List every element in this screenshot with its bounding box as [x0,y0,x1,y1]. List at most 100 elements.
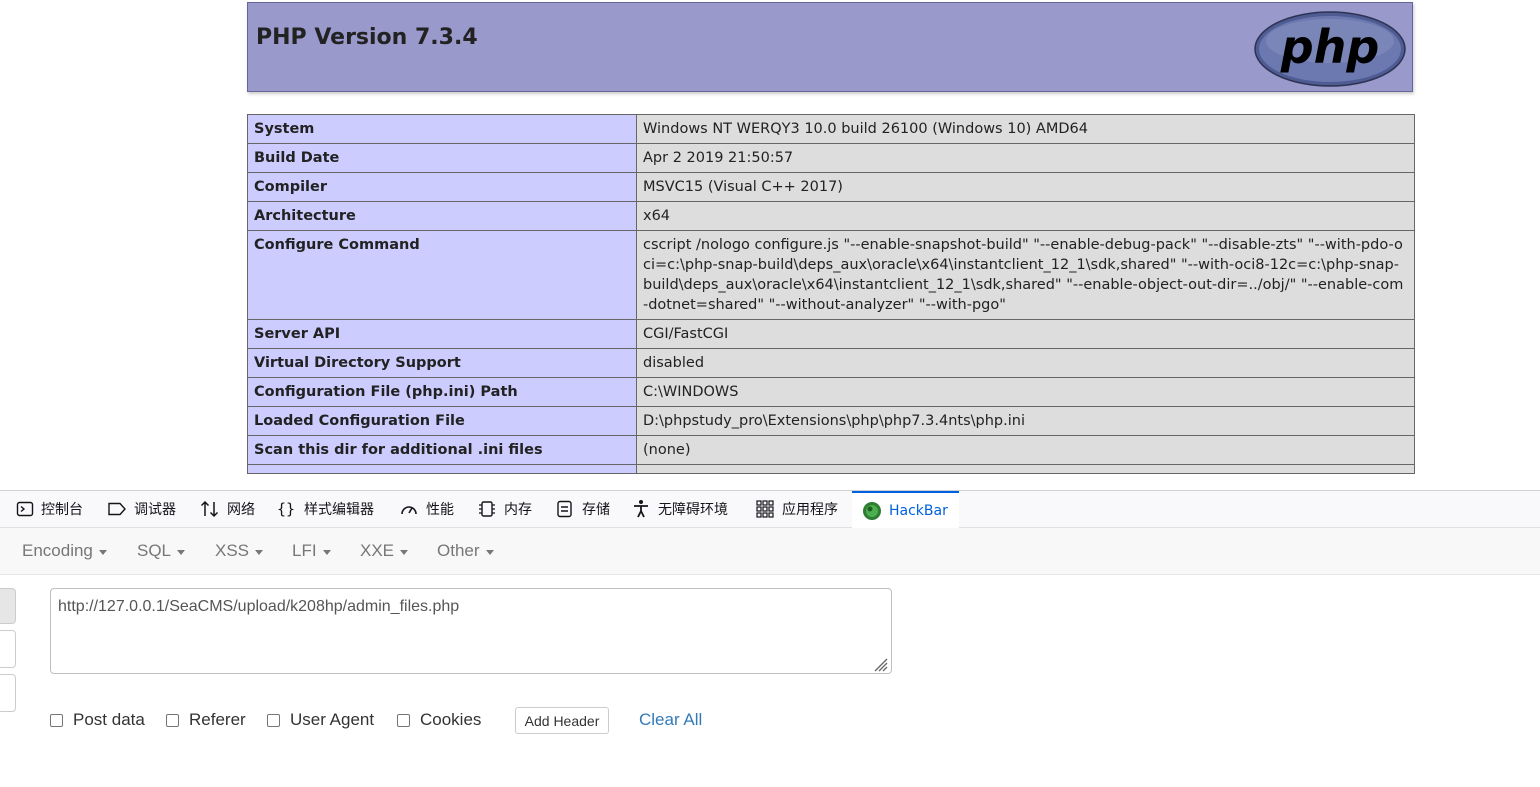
hackbar-toolbar: Encoding SQL XSS LFI XXE Other [0,528,1540,575]
table-row: Compiler MSVC15 (Visual C++ 2017) [247,172,1415,202]
tab-console[interactable]: 控制台 [16,491,83,527]
caret-down-icon [98,549,107,555]
console-icon [16,501,34,517]
option-label: User Agent [290,710,375,729]
php-info-table: System Windows NT WERQY3 10.0 build 26100… [247,114,1415,474]
table-row: Configure Command cscript /nologo configu… [247,230,1415,320]
option-label: Post data [73,710,145,729]
php-logo-icon: php [1254,11,1406,87]
menu-label: XSS [215,541,250,560]
table-row: Architecture x64 [247,201,1415,231]
tab-label: 调试器 [134,502,176,518]
option-cookies[interactable]: Cookies [397,710,481,730]
tab-storage[interactable]: 存储 [555,491,610,527]
caret-down-icon [400,549,409,555]
user-agent-checkbox[interactable] [267,713,280,727]
row-key: Build Date [247,143,637,173]
tab-debugger[interactable]: 调试器 [107,491,176,527]
row-value [636,464,1415,474]
menu-lfi[interactable]: LFI [292,528,331,574]
tab-application[interactable]: 应用程序 [755,491,838,527]
option-referer[interactable]: Referer [166,710,246,730]
row-value: MSVC15 (Visual C++ 2017) [636,172,1415,202]
option-label: Cookies [420,710,482,729]
svg-text:php: php [1280,20,1380,74]
post-data-checkbox[interactable] [50,713,63,727]
hackbar-icon [863,501,881,520]
row-key: Compiler [247,172,637,202]
load-url-button[interactable] [0,588,16,624]
row-key: System [247,114,637,144]
row-key [247,464,637,474]
style-editor-icon: {} [277,500,295,518]
memory-icon [479,501,495,517]
menu-sql[interactable]: SQL [137,528,186,574]
tab-hackbar[interactable]: HackBar [852,491,959,528]
menu-label: Other [437,541,480,560]
tab-style-editor[interactable]: {} 样式编辑器 [277,491,374,527]
accessibility-icon [634,500,648,518]
caret-down-icon [255,549,264,555]
network-icon [200,500,219,518]
menu-encoding[interactable]: Encoding [22,528,107,574]
row-key: Virtual Directory Support [247,348,637,378]
devtools-tabbar: 控制台 调试器 网络 {} 样式编辑器 性能 内存 存储 无障碍环境 应用程序 … [0,491,1540,528]
debugger-icon [108,502,126,516]
menu-xxe[interactable]: XXE [360,528,409,574]
menu-label: XXE [360,541,395,560]
menu-xss[interactable]: XSS [215,528,264,574]
tab-label: 性能 [426,502,454,518]
tab-accessibility[interactable]: 无障碍环境 [631,491,728,527]
storage-icon [557,500,572,518]
svg-text:{}: {} [277,500,295,518]
tab-performance[interactable]: 性能 [399,491,454,527]
row-value: (none) [636,435,1415,465]
row-key: Loaded Configuration File [247,406,637,436]
tab-label: 内存 [504,502,532,518]
row-value: Apr 2 2019 21:50:57 [636,143,1415,173]
tab-label: 存储 [582,502,610,518]
row-key: Scan this dir for additional .ini files [247,435,637,465]
option-post-data[interactable]: Post data [50,710,145,730]
row-key: Configure Command [247,230,637,320]
menu-other[interactable]: Other [437,528,494,574]
split-url-button[interactable] [0,630,16,668]
table-row: Build Date Apr 2 2019 21:50:57 [247,143,1415,173]
row-value: D:\phpstudy_pro\Extensions\php\php7.3.4n… [636,406,1415,436]
tab-label: 无障碍环境 [658,502,728,518]
row-value: x64 [636,201,1415,231]
add-header-button[interactable]: Add Header [515,707,609,734]
table-row: Virtual Directory Support disabled [247,348,1415,378]
tab-label: 控制台 [41,502,83,518]
tab-label: 网络 [227,502,255,518]
caret-down-icon [322,549,331,555]
resize-grip-icon[interactable] [872,656,888,672]
performance-icon [401,506,417,515]
menu-label: SQL [137,541,172,560]
cookies-checkbox[interactable] [397,713,410,727]
table-row: System Windows NT WERQY3 10.0 build 26100… [247,114,1415,144]
caret-down-icon [485,549,494,555]
tab-network[interactable]: 网络 [200,491,255,527]
table-row: Server API CGI/FastCGI [247,319,1415,349]
clear-all-link[interactable]: Clear All [639,710,702,730]
table-row: Configuration File (php.ini) Path C:\WIND… [247,377,1415,407]
tab-label: 应用程序 [782,502,838,518]
execute-button[interactable] [0,674,16,712]
option-user-agent[interactable]: User Agent [267,710,374,730]
row-key: Server API [247,319,637,349]
tab-label: HackBar [889,502,948,519]
caret-down-icon [177,549,186,555]
url-input[interactable]: http://127.0.0.1/SeaCMS/upload/k208hp/ad… [50,588,892,674]
menu-label: LFI [292,541,317,560]
referer-checkbox[interactable] [166,713,179,727]
row-key: Architecture [247,201,637,231]
menu-label: Encoding [22,541,93,560]
table-row: Scan this dir for additional .ini files(… [247,435,1415,465]
row-value: disabled [636,348,1415,378]
row-key: Configuration File (php.ini) Path [247,377,637,407]
option-label: Referer [189,710,246,729]
page-title: PHP Version 7.3.4 [256,25,478,50]
php-header: PHP Version 7.3.4 php [247,2,1413,92]
tab-memory[interactable]: 内存 [477,491,532,527]
